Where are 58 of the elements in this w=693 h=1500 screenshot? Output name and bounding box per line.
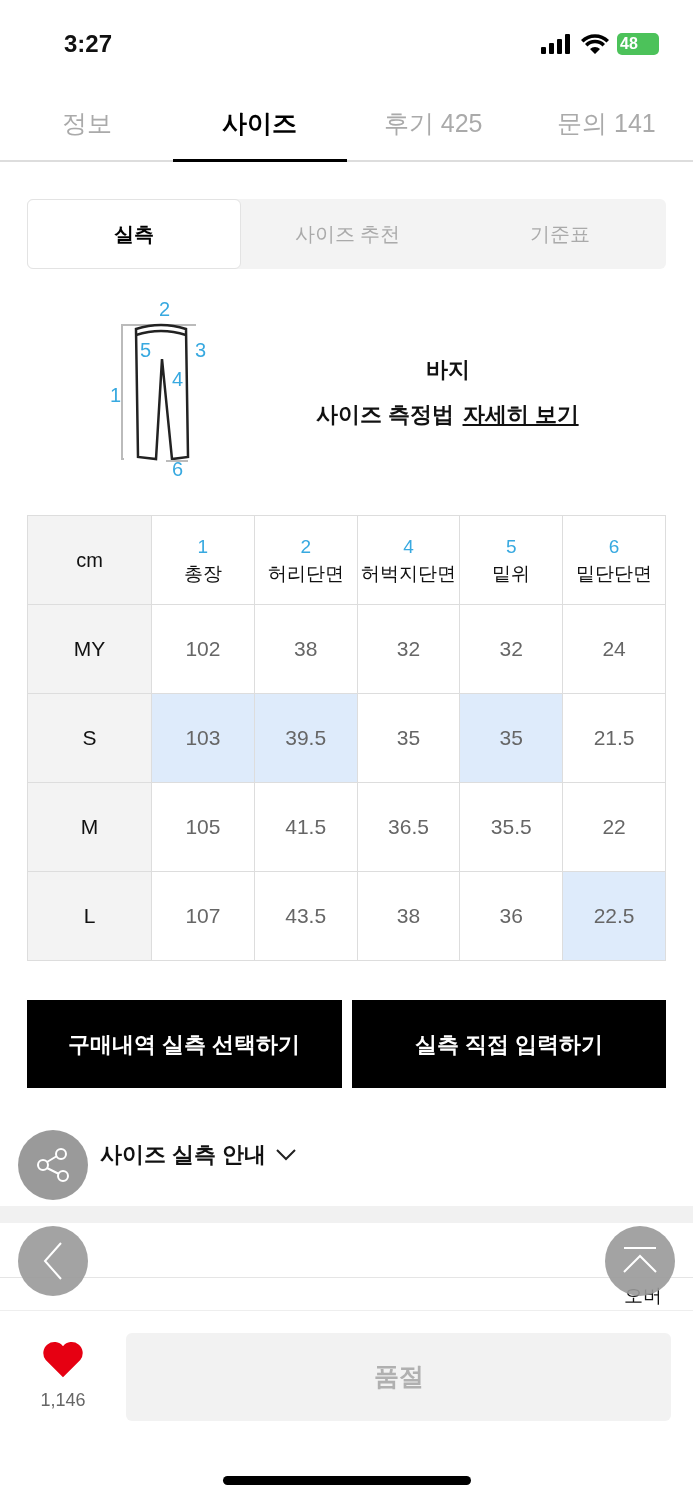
action-button[interactable]: 구매내역 실측 선택하기 [27,1000,342,1088]
table-cell: 21.5 [563,694,666,783]
measure-number: 1 [197,535,209,559]
table-cell: 35.5 [460,783,564,872]
details-link[interactable]: 자세히 보기 [462,398,579,431]
battery-level: 48 [620,36,638,52]
segment-tab[interactable]: 실측 [27,199,242,269]
measure-number: 1 [110,385,122,405]
measure-number: 6 [172,459,184,479]
wifi-icon [581,34,609,54]
measure-name: 밑단단면 [576,562,653,586]
table-cell: 36.5 [357,783,461,872]
column-header: 오버 [623,1284,663,1308]
measure-number: 5 [140,340,152,360]
table-cell: 38 [254,605,358,694]
size-guide-toggle[interactable]: 사이즈 실측 안내 [100,1138,297,1171]
table-cell: 35 [460,694,564,783]
signal-icon [541,34,573,54]
measure-number: 2 [300,535,311,559]
table-cell: 32 [460,605,564,694]
garment-type: 바지 [425,356,470,384]
status-time: 3:27 [64,29,113,59]
like-count: 1,146 [40,1388,86,1412]
measure-number: 4 [403,535,414,559]
size-label: M [28,783,152,872]
table-cell: 39.5 [254,694,358,783]
size-label: L [28,872,152,961]
table-cell: 22 [563,783,666,872]
action-button[interactable]: 실측 직접 입력하기 [351,1000,666,1088]
measure-name: 허리단면 [267,562,344,586]
table-cell: 107 [152,872,255,961]
measure-name: 밑위 [492,562,531,586]
table-cell: 102 [152,605,255,694]
measure-number: 5 [506,535,517,559]
chevron-icon [276,1148,297,1161]
table-cell: 105 [152,783,255,872]
measure-name: 허벅지단면 [361,562,456,586]
table-cell: 41.5 [254,783,358,872]
size-label: MY [28,605,152,694]
table-cell: 24 [563,605,666,694]
table-cell: 43.5 [254,872,358,961]
table-cell: 35 [357,694,461,783]
unit-header: cm [28,516,152,605]
tab[interactable]: 사이즈 [173,88,347,162]
measure-number: 3 [195,340,207,360]
table-cell: 22.5 [563,872,666,961]
measure-name: 총장 [183,562,222,586]
heart-icon[interactable] [42,1340,84,1379]
measure-number: 6 [608,535,620,559]
table-cell: 38 [357,872,461,961]
measure-number: 2 [159,299,171,319]
table-cell: 32 [357,605,461,694]
table-cell: 36 [460,872,564,961]
measure-number: 4 [172,369,184,389]
back-icon [41,1241,65,1281]
guide-label: 사이즈 측정법 [316,401,455,429]
table-cell: 103 [152,694,255,783]
size-label: S [28,694,152,783]
